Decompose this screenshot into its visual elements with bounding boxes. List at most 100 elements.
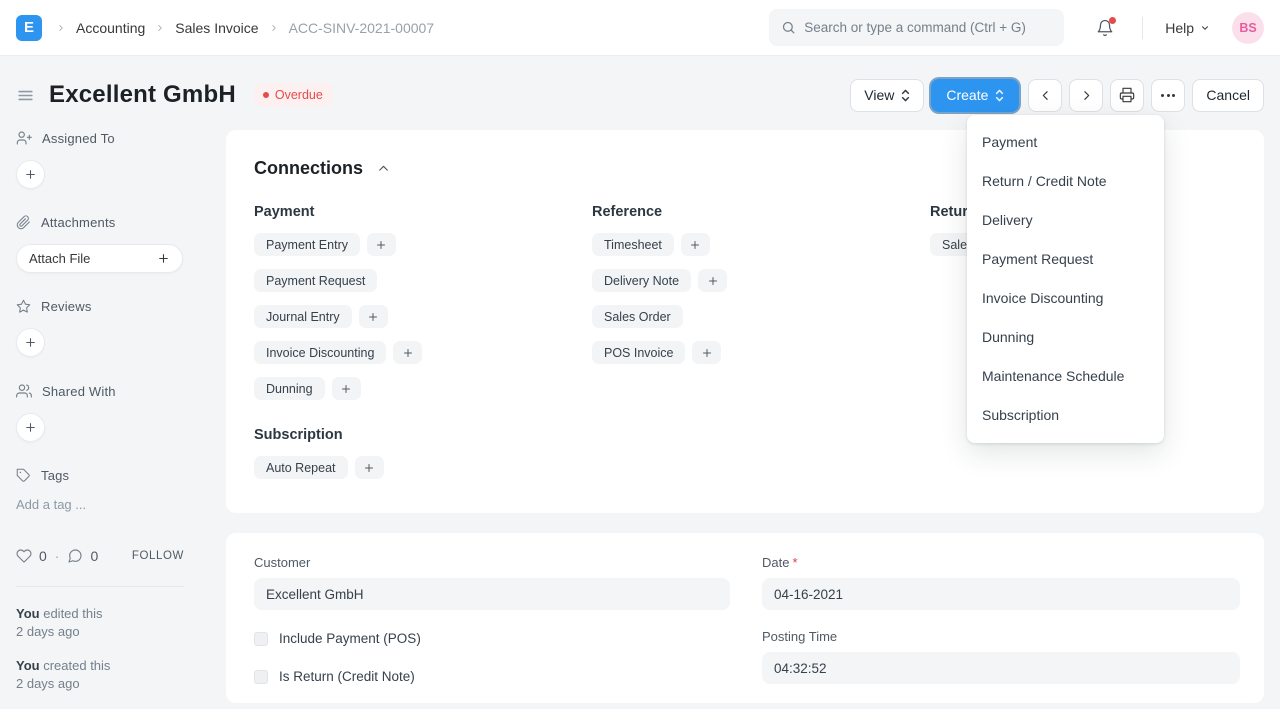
plus-icon <box>402 347 414 359</box>
is-return-label: Is Return (Credit Note) <box>279 669 415 684</box>
comment-count: 0 <box>90 548 98 564</box>
connections-title: Connections <box>254 158 363 179</box>
form-left-column: Customer Include Payment (POS) Is Return… <box>254 555 730 684</box>
cancel-button[interactable]: Cancel <box>1192 79 1264 112</box>
chevron-right-icon <box>56 23 66 33</box>
notifications-bell-icon[interactable] <box>1096 19 1114 37</box>
add-share-button[interactable] <box>16 413 45 442</box>
paperclip-icon <box>16 215 31 230</box>
select-caret-icon <box>995 89 1004 102</box>
create-button[interactable]: Create <box>931 79 1019 112</box>
link-delivery-note[interactable]: Delivery Note <box>592 269 691 292</box>
menu-item-dunning[interactable]: Dunning <box>967 318 1164 357</box>
group-label: Payment <box>254 204 592 220</box>
menu-item-subscription[interactable]: Subscription <box>967 396 1164 435</box>
menu-ellipsis-button[interactable] <box>1151 79 1185 112</box>
link-pos-invoice[interactable]: POS Invoice <box>592 341 685 364</box>
menu-item-delivery[interactable]: Delivery <box>967 201 1164 240</box>
follow-button[interactable]: FOLLOW <box>132 550 184 562</box>
page-title: Excellent GmbH <box>49 81 236 109</box>
activity-time: 2 days ago <box>16 676 80 691</box>
new-timesheet-button[interactable] <box>681 233 710 256</box>
form-grid: Customer Include Payment (POS) Is Return… <box>254 555 1240 684</box>
link-dunning[interactable]: Dunning <box>254 377 325 400</box>
engagement-row: 0 · 0 FOLLOW <box>16 548 184 564</box>
breadcrumb-sales-invoice[interactable]: Sales Invoice <box>175 20 258 36</box>
customer-label: Customer <box>254 555 730 570</box>
new-invoice-discounting-button[interactable] <box>393 341 422 364</box>
user-avatar[interactable]: BS <box>1232 12 1264 44</box>
help-menu[interactable]: Help <box>1165 20 1210 36</box>
shared-with-header: Shared With <box>16 383 212 399</box>
plus-icon <box>375 239 387 251</box>
menu-item-invoice-discounting[interactable]: Invoice Discounting <box>967 279 1164 318</box>
app-logo[interactable]: E <box>16 15 42 41</box>
link-payment-request[interactable]: Payment Request <box>254 269 377 292</box>
menu-item-maintenance-schedule[interactable]: Maintenance Schedule <box>967 357 1164 396</box>
like-heart-icon[interactable] <box>16 548 32 564</box>
new-journal-entry-button[interactable] <box>359 305 388 328</box>
menu-item-payment[interactable]: Payment <box>967 123 1164 162</box>
reviews-header: Reviews <box>16 299 212 314</box>
user-plus-icon <box>16 130 32 146</box>
new-auto-repeat-button[interactable] <box>355 456 384 479</box>
view-button[interactable]: View <box>850 79 924 112</box>
link-journal-entry[interactable]: Journal Entry <box>254 305 352 328</box>
link-auto-repeat[interactable]: Auto Repeat <box>254 456 348 479</box>
activity-time: 2 days ago <box>16 624 80 639</box>
breadcrumb-accounting[interactable]: Accounting <box>76 20 145 36</box>
new-payment-entry-button[interactable] <box>367 233 396 256</box>
next-document-button[interactable] <box>1069 79 1103 112</box>
link-invoice-discounting[interactable]: Invoice Discounting <box>254 341 386 364</box>
connections-group-reference: Reference Timesheet Delivery Note Sales … <box>592 204 930 492</box>
sidebar-toggle-icon[interactable] <box>16 86 35 105</box>
cancel-label: Cancel <box>1206 87 1250 103</box>
search-input[interactable] <box>804 20 1052 35</box>
help-label: Help <box>1165 20 1194 36</box>
customer-input[interactable] <box>254 578 730 610</box>
menu-item-payment-request[interactable]: Payment Request <box>967 240 1164 279</box>
new-pos-invoice-button[interactable] <box>692 341 721 364</box>
plus-icon <box>24 336 37 349</box>
group-label: Reference <box>592 204 930 220</box>
print-button[interactable] <box>1110 79 1144 112</box>
date-input[interactable] <box>762 578 1240 610</box>
activity-created: You created this 2 days ago <box>16 657 184 693</box>
posting-time-input[interactable] <box>762 652 1240 684</box>
menu-item-return-credit-note[interactable]: Return / Credit Note <box>967 162 1164 201</box>
create-dropdown-menu: Payment Return / Credit Note Delivery Pa… <box>967 115 1164 443</box>
include-payment-checkbox[interactable] <box>254 632 268 646</box>
star-icon <box>16 299 31 314</box>
new-dunning-button[interactable] <box>332 377 361 400</box>
attach-file-button[interactable]: Attach File <box>16 244 183 273</box>
activity-user: You <box>16 606 40 621</box>
date-label-text: Date <box>762 555 789 570</box>
status-badge: Overdue <box>254 83 333 107</box>
global-search[interactable] <box>769 9 1064 46</box>
activity-user: You <box>16 658 40 673</box>
status-label: Overdue <box>275 88 323 102</box>
chevron-up-icon[interactable] <box>377 162 390 175</box>
document-sidebar: Assigned To Attachments Attach File Revi… <box>16 130 212 538</box>
count-separator: · <box>55 548 60 564</box>
add-tag-input[interactable]: Add a tag ... <box>16 497 212 512</box>
link-sales-order[interactable]: Sales Order <box>592 305 683 328</box>
required-marker: * <box>792 555 797 570</box>
ellipsis-icon <box>1161 94 1175 97</box>
new-delivery-note-button[interactable] <box>698 269 727 292</box>
chevron-right-icon <box>269 23 279 33</box>
comment-icon[interactable] <box>67 548 83 564</box>
plus-icon <box>157 252 170 265</box>
previous-document-button[interactable] <box>1028 79 1062 112</box>
plus-icon <box>701 347 713 359</box>
attachments-label: Attachments <box>41 215 115 230</box>
posting-time-field: Posting Time <box>762 629 1240 684</box>
link-timesheet[interactable]: Timesheet <box>592 233 674 256</box>
sidebar-divider <box>16 586 184 587</box>
plus-icon <box>367 311 379 323</box>
add-review-button[interactable] <box>16 328 45 357</box>
add-assignment-button[interactable] <box>16 160 45 189</box>
navbar: E Accounting Sales Invoice ACC-SINV-2021… <box>0 0 1280 56</box>
link-payment-entry[interactable]: Payment Entry <box>254 233 360 256</box>
is-return-checkbox[interactable] <box>254 670 268 684</box>
